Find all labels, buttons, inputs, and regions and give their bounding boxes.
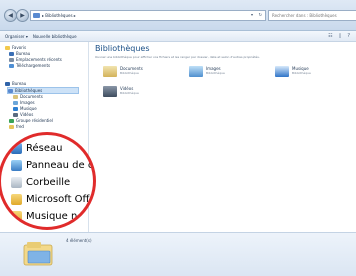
recycle-bin-icon (11, 177, 22, 188)
details-pane: 4 élément(s) (0, 232, 356, 276)
explorer-window: ◀ ▶ ▸ Bibliothèques ▸ ▾ ↻ Organiser ▾ No… (0, 0, 356, 276)
documents-icon (13, 94, 18, 99)
nav-favorite-item[interactable]: Téléchargements (9, 63, 50, 68)
nav-user-folder[interactable]: fred (9, 124, 24, 129)
page-subtitle: Ouvrez une bibliothèque pour afficher vo… (95, 55, 260, 59)
videos-icon (13, 112, 18, 117)
nav-desktop[interactable]: Bureau (5, 81, 26, 86)
nav-libraries[interactable]: Bibliothèques (7, 87, 79, 94)
item-count: 4 élément(s) (66, 238, 92, 243)
nav-library-item[interactable]: Images (13, 100, 35, 105)
library-kind: Bibliothèque (120, 91, 139, 95)
control-panel-icon (11, 160, 22, 171)
library-videos[interactable]: Vidéos Bibliothèque (103, 86, 139, 97)
nav-library-item[interactable]: Vidéos (13, 112, 33, 117)
back-arrow-icon: ◀ (8, 12, 13, 19)
folder-icon (11, 194, 22, 205)
zoom-item-network[interactable]: Réseau (11, 143, 62, 154)
library-kind: Bibliothèque (206, 71, 225, 75)
library-documents[interactable]: Documents Bibliothèque (103, 66, 143, 77)
address-dropdown-icon[interactable]: ▾ (251, 12, 253, 17)
nav-favorite-item[interactable]: Emplacements récents (9, 57, 62, 62)
documents-icon (103, 66, 117, 77)
new-library-button[interactable]: Nouvelle bibliothèque (33, 34, 77, 39)
zoom-item-control-panel[interactable]: Panneau de c (11, 160, 93, 171)
star-icon (5, 45, 10, 50)
desktop-icon (9, 51, 14, 56)
zoom-item-recycle-bin[interactable]: Corbeille (11, 177, 70, 188)
library-images[interactable]: Images Bibliothèque (189, 66, 225, 77)
folder-icon (11, 211, 22, 222)
images-icon (189, 66, 203, 77)
libraries-icon (33, 13, 40, 18)
homegroup-icon (9, 118, 14, 123)
nav-library-item[interactable]: Documents (13, 94, 43, 99)
nav-homegroup[interactable]: Groupe résidentiel (9, 118, 53, 123)
forward-button[interactable]: ▶ (16, 9, 29, 22)
library-kind: Bibliothèque (292, 71, 311, 75)
music-icon (13, 106, 18, 111)
network-icon (11, 143, 22, 154)
organize-button[interactable]: Organiser ▾ (5, 34, 28, 39)
images-icon (13, 100, 18, 105)
search-box[interactable] (268, 10, 356, 21)
forward-arrow-icon: ▶ (20, 12, 25, 19)
address-bar[interactable]: ▸ Bibliothèques ▸ ▾ ↻ (30, 10, 266, 21)
nav-favorites[interactable]: Favoris (5, 45, 26, 50)
search-input[interactable] (269, 12, 356, 19)
nav-library-item[interactable]: Musique (13, 106, 37, 111)
downloads-icon (9, 63, 14, 68)
library-music[interactable]: Musique Bibliothèque (275, 66, 311, 77)
music-icon (275, 66, 289, 77)
refresh-icon[interactable]: ↻ (259, 12, 262, 17)
page-title: Bibliothèques (95, 44, 150, 53)
zoom-item-music[interactable]: Musique n (11, 211, 77, 222)
view-options-icon[interactable]: ☷ (328, 33, 332, 39)
zoom-item-microsoft-office[interactable]: Microsoft Off (11, 194, 89, 205)
preview-pane-icon[interactable]: ▯ (339, 33, 342, 39)
libraries-icon (8, 88, 13, 93)
zoom-magnifier: Réseau Panneau de c Corbeille Microsoft … (0, 132, 96, 230)
address-text: ▸ Bibliothèques ▸ (42, 13, 76, 18)
nav-favorite-item[interactable]: Bureau (9, 51, 30, 56)
help-icon[interactable]: ? (347, 33, 350, 39)
content-area: Bibliothèques Ouvrez une bibliothèque po… (89, 42, 356, 232)
recent-places-icon (9, 57, 14, 62)
title-bar: ◀ ▶ ▸ Bibliothèques ▸ ▾ ↻ (0, 0, 356, 31)
command-bar: Organiser ▾ Nouvelle bibliothèque ☷ ▯ ? (0, 31, 356, 42)
folder-icon (9, 124, 14, 129)
library-kind: Bibliothèque (120, 71, 139, 75)
videos-icon (103, 86, 117, 97)
desktop-icon (5, 81, 10, 86)
libraries-large-icon (23, 242, 53, 266)
